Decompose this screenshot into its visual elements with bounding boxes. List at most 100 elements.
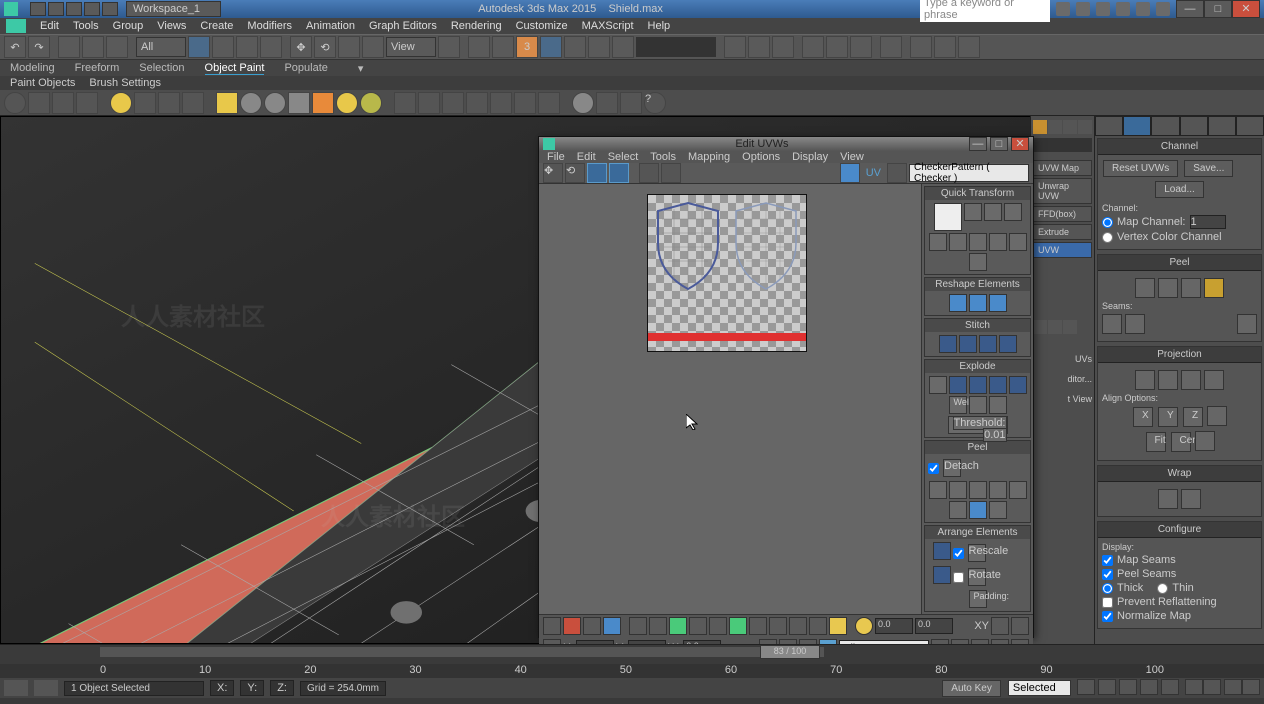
time-slider[interactable]: 83 / 100 <box>760 645 820 659</box>
peel-side-icon-2[interactable] <box>949 481 967 499</box>
reshape-icon-1[interactable] <box>949 294 967 312</box>
reshape-icon-2[interactable] <box>969 294 987 312</box>
qt-icon-4[interactable] <box>929 233 947 251</box>
edit-named-sel-button[interactable] <box>588 36 610 58</box>
dope-sheet-button[interactable] <box>826 36 848 58</box>
tb2-prim-torus[interactable] <box>360 92 382 114</box>
tb2-btn-11[interactable] <box>490 92 512 114</box>
select-object-button[interactable] <box>188 36 210 58</box>
qt-icon-6[interactable] <box>969 233 987 251</box>
prevent-check[interactable] <box>1102 597 1113 608</box>
uvb-icon-16[interactable] <box>855 617 873 635</box>
detach-check[interactable] <box>928 463 939 474</box>
tb2-prim-cylinder[interactable] <box>264 92 286 114</box>
menu-modifiers[interactable]: Modifiers <box>247 20 292 32</box>
menu-maxscript[interactable]: MAXScript <box>582 20 634 32</box>
uvside-peel-header[interactable]: Peel <box>925 441 1030 454</box>
stitch-icon-4[interactable] <box>999 335 1017 353</box>
qat-open-icon[interactable] <box>48 2 64 16</box>
tb2-btn-3[interactable] <box>76 92 98 114</box>
hierarchy-tab-icon[interactable] <box>1151 116 1179 136</box>
tb2-btn-9[interactable] <box>442 92 464 114</box>
tb2-btn-6[interactable] <box>182 92 204 114</box>
dialog-maximize-button[interactable]: □ <box>990 137 1008 151</box>
tab-freeform[interactable]: Freeform <box>75 62 120 74</box>
thick-radio[interactable] <box>1102 583 1113 594</box>
uv-flip-icon[interactable] <box>661 163 681 183</box>
tb2-btn-2[interactable] <box>52 92 74 114</box>
mirror-button[interactable] <box>612 36 634 58</box>
tab-selection[interactable]: Selection <box>139 62 184 74</box>
uv-menu-options[interactable]: Options <box>742 151 780 163</box>
brush-icon[interactable] <box>4 92 26 114</box>
load-uvws-button[interactable]: Load... <box>1155 181 1204 198</box>
uvb-icon-7[interactable] <box>669 617 687 635</box>
seam-icon-2[interactable] <box>1125 314 1145 334</box>
coord-x[interactable]: X: <box>210 680 234 696</box>
center-button[interactable]: Center <box>1171 432 1191 452</box>
window-crossing-button[interactable] <box>260 36 282 58</box>
qt-icon-3[interactable] <box>1004 203 1022 221</box>
exchange-icon[interactable] <box>1076 2 1090 16</box>
rotate-button[interactable]: ⟲ <box>314 36 336 58</box>
subtab-paintobjects[interactable]: Paint Objects <box>10 77 75 89</box>
proj-box-icon[interactable] <box>1204 370 1224 390</box>
angle-snap-button[interactable]: 3 <box>516 36 538 58</box>
menu-grapheditors[interactable]: Graph Editors <box>369 20 437 32</box>
workspace-dropdown[interactable]: Workspace_1 <box>126 1 221 17</box>
menu-group[interactable]: Group <box>113 20 144 32</box>
qat-redo-icon[interactable] <box>102 2 118 16</box>
uvb-edge-icon[interactable] <box>563 617 581 635</box>
proj-planar-icon[interactable] <box>1135 370 1155 390</box>
unlink-button[interactable] <box>82 36 104 58</box>
map-channel-spinner[interactable]: 1 <box>1190 215 1226 229</box>
coord-z[interactable]: Z: <box>270 680 294 696</box>
curve-editor-button[interactable] <box>802 36 824 58</box>
arr-icon-1[interactable] <box>933 542 951 560</box>
uv-move-icon[interactable]: ✥ <box>543 163 563 183</box>
tb2-btn-15[interactable] <box>596 92 618 114</box>
rescale-check[interactable] <box>953 548 964 559</box>
qat-save-icon[interactable] <box>66 2 82 16</box>
mod-uvw-selected[interactable]: UVW <box>1033 242 1092 258</box>
tab-objectpaint[interactable]: Object Paint <box>205 62 265 75</box>
peel-side-icon-3[interactable] <box>969 481 987 499</box>
menu-help[interactable]: Help <box>648 20 671 32</box>
menu-edit[interactable]: Edit <box>40 20 59 32</box>
uvb-icon-10[interactable] <box>729 617 747 635</box>
vertex-color-radio[interactable] <box>1102 232 1113 243</box>
mod-unwrap[interactable]: Unwrap UVW <box>1033 178 1092 204</box>
quick-transform-header[interactable]: Quick Transform <box>925 187 1030 200</box>
peel-seams-check[interactable] <box>1102 569 1113 580</box>
align-y-button[interactable]: Y <box>1158 407 1178 427</box>
goto-start-button[interactable] <box>1077 679 1095 695</box>
keyfilter-dropdown[interactable]: Selected <box>1008 680 1071 696</box>
exp-icon-1[interactable] <box>929 376 947 394</box>
align-extra-icon[interactable] <box>1207 406 1227 426</box>
uvb-icon-14[interactable] <box>809 617 827 635</box>
subtab-brushsettings[interactable]: Brush Settings <box>89 77 161 89</box>
menu-views[interactable]: Views <box>157 20 186 32</box>
uv-shield-1[interactable] <box>652 199 724 293</box>
uvb-vert-icon[interactable] <box>543 617 561 635</box>
wrap-icon-2[interactable] <box>1181 489 1201 509</box>
dialog-close-button[interactable]: ✕ <box>1011 137 1029 151</box>
spinner-snap-button[interactable] <box>564 36 586 58</box>
seam-icon-1[interactable] <box>1102 314 1122 334</box>
cmd-icon-1[interactable] <box>1033 120 1047 134</box>
tb2-btn-12[interactable] <box>514 92 536 114</box>
uv-freeform-icon[interactable] <box>609 163 629 183</box>
map-channel-radio[interactable] <box>1102 217 1113 228</box>
uv-red-strip[interactable] <box>648 333 806 341</box>
favorites-icon[interactable] <box>1136 2 1150 16</box>
uv-mirror-icon[interactable] <box>639 163 659 183</box>
uv-rotate-icon[interactable]: ⟲ <box>565 163 585 183</box>
goto-end-button[interactable] <box>1161 679 1179 695</box>
tb2-prim-box[interactable] <box>216 92 238 114</box>
scale-button[interactable] <box>338 36 360 58</box>
reset-uvws-button[interactable]: Reset UVWs <box>1103 160 1178 177</box>
mod-extrude[interactable]: Extrude <box>1033 224 1092 240</box>
qt-icon-5[interactable] <box>949 233 967 251</box>
stack-icon-1[interactable] <box>1033 320 1047 334</box>
configure-header[interactable]: Configure <box>1098 522 1261 538</box>
